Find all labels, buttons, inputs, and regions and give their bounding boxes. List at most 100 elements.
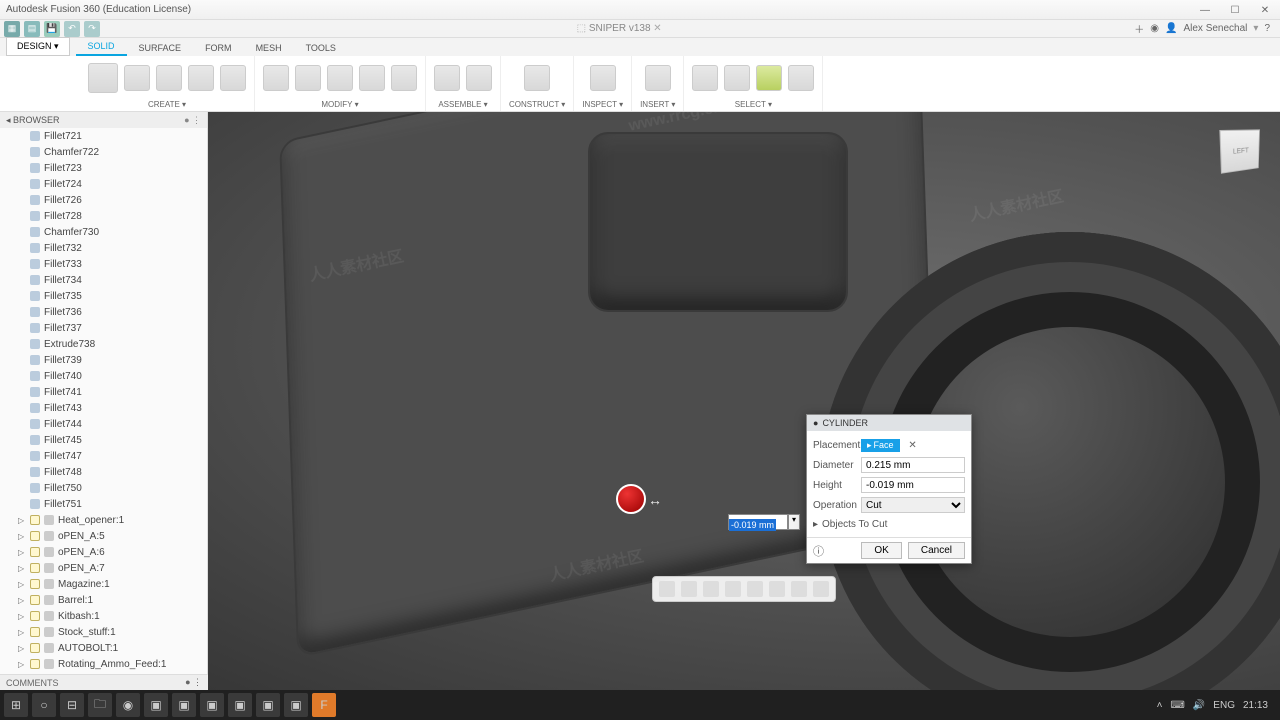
tree-feature-item[interactable]: Fillet739 [0,352,207,368]
cylinder-manipulator[interactable] [616,484,646,514]
tree-feature-item[interactable]: Fillet734 [0,272,207,288]
ribbon-label-inspect[interactable]: INSPECT ▾ [582,100,623,111]
tree-feature-item[interactable]: Fillet721 [0,128,207,144]
expand-arrow-icon[interactable]: ▷ [18,612,26,621]
plane-icon[interactable] [524,65,550,91]
redo-icon[interactable]: ↷ [84,21,100,37]
ribbon-label-create[interactable]: CREATE ▾ [148,100,186,111]
tree-component-item[interactable]: ▷oPEN_A:7 [0,560,207,576]
dimension-input[interactable]: -0.019 mm [728,514,788,530]
clear-selection-icon[interactable]: ✕ [908,440,916,451]
joint-icon[interactable] [434,65,460,91]
cylinder-tool-icon[interactable] [156,65,182,91]
tree-feature-item[interactable]: Fillet740 [0,368,207,384]
combine-icon[interactable] [359,65,385,91]
extensions-icon[interactable]: ◉ [1150,23,1159,34]
expand-arrow-icon[interactable]: ▷ [18,628,26,637]
height-input[interactable] [861,477,965,493]
visibility-icon[interactable] [30,627,40,637]
collapse-icon[interactable]: ● [813,418,818,428]
document-tab[interactable]: ⬚ SNIPER v138 ✕ [104,23,1134,34]
tree-feature-item[interactable]: Fillet747 [0,448,207,464]
expand-arrow-icon[interactable]: ▷ [18,660,26,669]
row-objects[interactable]: ▸ Objects To Cut [813,515,965,533]
as-built-joint-icon[interactable] [466,65,492,91]
tab-tools[interactable]: TOOLS [294,40,348,56]
sphere-icon[interactable] [188,65,214,91]
expand-arrow-icon[interactable]: ▷ [18,532,26,541]
tree-feature-item[interactable]: Fillet733 [0,256,207,272]
expand-arrow-icon[interactable]: ▷ [18,516,26,525]
start-button[interactable]: ⊞ [4,693,28,717]
insert-icon[interactable] [645,65,671,91]
tree-feature-item[interactable]: Fillet741 [0,384,207,400]
measure-icon[interactable] [590,65,616,91]
search-icon[interactable]: ○ [32,693,56,717]
tree-feature-item[interactable]: Fillet735 [0,288,207,304]
tree-component-item[interactable]: ▷Rotating_Ammo_Feed:1 [0,656,207,672]
tray-chevron-icon[interactable]: ˄ [1157,700,1163,711]
expand-icon[interactable]: ▸ [813,519,818,530]
tree-feature-item[interactable]: Fillet743 [0,400,207,416]
select-filter-icon[interactable] [724,65,750,91]
tree-component-item[interactable]: ▷AUTOBOLT:1 [0,640,207,656]
grid-icon[interactable] [791,581,807,597]
keyboard-icon[interactable]: ⌨ [1170,700,1184,711]
data-panel-icon[interactable]: ▦ [4,21,20,37]
user-avatar-icon[interactable]: 👤 [1165,23,1177,34]
tree-feature-item[interactable]: Chamfer730 [0,224,207,240]
app-icon-5[interactable]: ▣ [256,693,280,717]
browser-header[interactable]: ◂ BROWSER ● ⋮ [0,112,207,128]
tree-component-item[interactable]: ▷Stock_stuff:1 [0,624,207,640]
tree-feature-item[interactable]: Fillet737 [0,320,207,336]
visibility-icon[interactable] [30,579,40,589]
minimize-button[interactable]: — [1190,0,1220,20]
browser-tree[interactable]: Fillet721Chamfer722Fillet723Fillet724Fil… [0,128,207,690]
ribbon-label-assemble[interactable]: ASSEMBLE ▾ [438,100,487,111]
help-icon[interactable]: ? [1264,23,1270,34]
visibility-icon[interactable] [30,595,40,605]
box-icon[interactable] [124,65,150,91]
tree-feature-item[interactable]: Fillet745 [0,432,207,448]
expand-arrow-icon[interactable]: ▷ [18,596,26,605]
close-button[interactable]: ✕ [1250,0,1280,20]
diameter-input[interactable] [861,457,965,473]
save-icon[interactable]: 💾 [44,21,60,37]
ribbon-label-modify[interactable]: MODIFY ▾ [321,100,358,111]
visibility-icon[interactable] [30,659,40,669]
visibility-icon[interactable] [30,547,40,557]
info-icon[interactable]: ⓘ [813,543,824,559]
press-pull-icon[interactable] [263,65,289,91]
select-paint-icon[interactable] [756,65,782,91]
visibility-icon[interactable] [30,531,40,541]
tree-feature-item[interactable]: Fillet736 [0,304,207,320]
sketch-icon[interactable] [88,63,118,93]
visibility-icon[interactable] [30,563,40,573]
new-design-icon[interactable]: ＋ [1134,21,1144,36]
maximize-button[interactable]: ☐ [1220,0,1250,20]
tree-feature-item[interactable]: Fillet744 [0,416,207,432]
visibility-icon[interactable] [30,643,40,653]
tree-feature-item[interactable]: Chamfer722 [0,144,207,160]
tree-component-item[interactable]: ▷oPEN_A:6 [0,544,207,560]
viewports-icon[interactable] [813,581,829,597]
select-other-icon[interactable] [788,65,814,91]
dialog-title-bar[interactable]: ● CYLINDER [807,415,971,431]
tree-component-item[interactable]: ▷oPEN_A:5 [0,528,207,544]
ribbon-label-select[interactable]: SELECT ▾ [735,100,772,111]
user-name[interactable]: Alex Senechal [1183,23,1247,34]
operation-select[interactable]: Cut [861,497,965,513]
app-icon-6[interactable]: ▣ [284,693,308,717]
viewport-3d[interactable]: www.rrcg.cn 人人素材社区 人人素材社区 人人素材社区 LEFT ↔ … [208,112,1280,690]
visibility-icon[interactable] [30,611,40,621]
language-indicator[interactable]: ENG [1213,700,1235,711]
drag-arrow-icon[interactable]: ↔ [648,492,662,508]
viewcube[interactable]: LEFT [1219,129,1260,173]
pan-icon[interactable] [703,581,719,597]
dimension-dropdown[interactable]: ▾ [788,514,800,530]
expand-arrow-icon[interactable]: ▷ [18,644,26,653]
tree-component-item[interactable]: ▷Barrel:1 [0,592,207,608]
fit-icon[interactable] [747,581,763,597]
ribbon-label-construct[interactable]: CONSTRUCT ▾ [509,100,565,111]
task-view-icon[interactable]: ⊟ [60,693,84,717]
